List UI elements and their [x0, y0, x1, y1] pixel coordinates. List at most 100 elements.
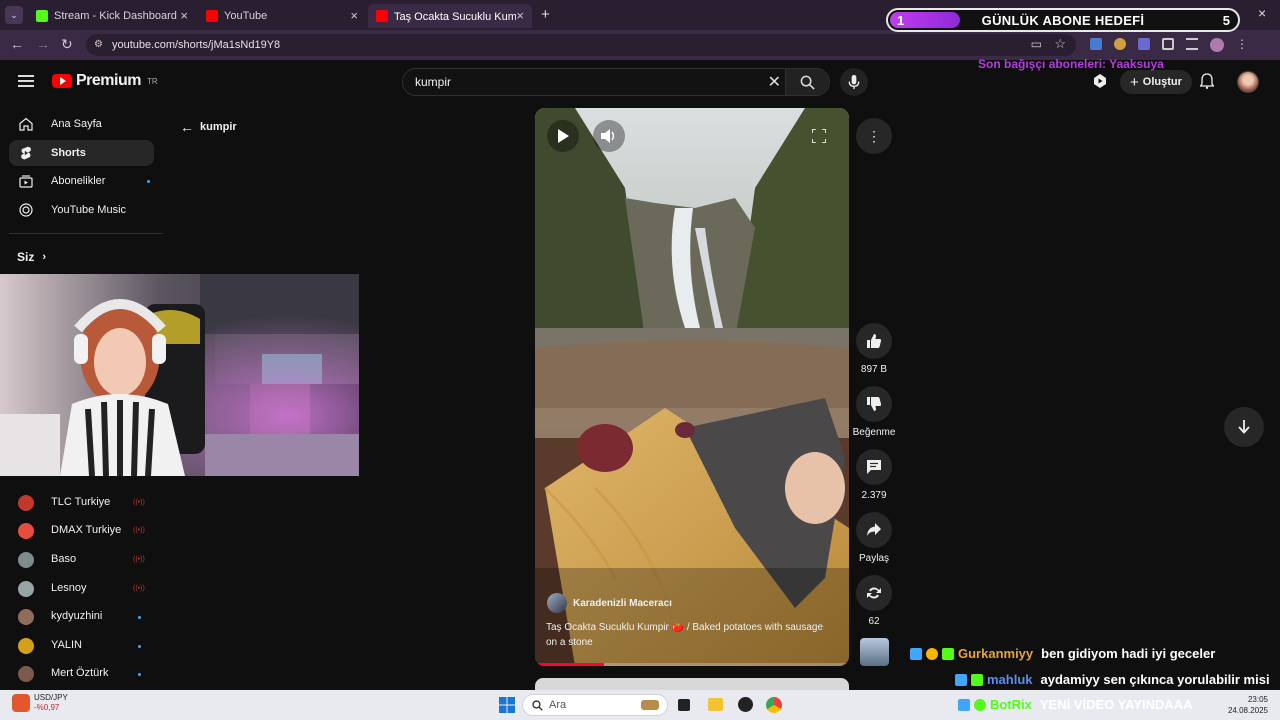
profile-icon[interactable]	[1210, 38, 1224, 52]
extension-icon[interactable]	[1138, 38, 1150, 50]
search-button[interactable]	[785, 69, 829, 95]
shorts-icon	[21, 146, 31, 160]
action-label: 62	[868, 616, 880, 627]
back-to-search-link[interactable]: ← kumpir	[180, 119, 237, 135]
next-video-button[interactable]	[1224, 407, 1264, 447]
create-button[interactable]: + Oluştur	[1120, 70, 1192, 94]
search-icon	[800, 75, 815, 90]
task-view-icon[interactable]	[678, 699, 690, 711]
tab-title: Stream - Kick Dashboard	[54, 10, 177, 22]
kick-favicon-icon	[36, 10, 48, 22]
bell-icon[interactable]	[1200, 73, 1214, 89]
remix-button[interactable]: 62	[852, 575, 896, 627]
video-frame	[535, 108, 849, 666]
plus-icon: +	[1130, 73, 1139, 91]
new-content-dot	[138, 616, 141, 619]
sidebar-subscription-item[interactable]: Lesnoy ((•))	[0, 580, 160, 598]
voice-search-button[interactable]	[840, 68, 868, 96]
channel-link[interactable]: Karadenizli Maceracı	[547, 593, 672, 613]
action-circle[interactable]	[856, 575, 892, 611]
forward-arrow-icon[interactable]: →	[36, 36, 50, 52]
close-window-button[interactable]: ×	[1258, 5, 1266, 21]
reload-icon[interactable]: ↻	[61, 36, 73, 53]
bookmark-star-icon[interactable]: ☆	[1054, 36, 1066, 52]
chrome-icon[interactable]	[766, 697, 782, 713]
verified-badge-icon	[910, 647, 922, 660]
action-circle[interactable]	[856, 449, 892, 485]
new-tab-button[interactable]: +	[541, 6, 550, 23]
next-short-preview[interactable]	[535, 678, 849, 690]
back-arrow-icon[interactable]: ←	[10, 36, 24, 52]
market-widget[interactable]	[12, 694, 30, 712]
kebab-menu-icon[interactable]: ⋮	[1236, 38, 1248, 52]
fullscreen-icon	[812, 129, 826, 143]
action-circle[interactable]	[856, 386, 892, 422]
sidebar-subscription-item[interactable]: Mert Öztürk	[0, 665, 160, 683]
like-button[interactable]: 897 B	[852, 323, 896, 375]
hamburger-menu-icon[interactable]	[18, 75, 34, 87]
translate-extension-icon[interactable]	[1090, 38, 1102, 50]
windows-start-icon[interactable]	[499, 697, 515, 713]
youtube-studio-icon[interactable]	[1092, 73, 1108, 89]
shorts-video-player[interactable]: Karadenizli Maceracı Taş Ocakta Sucuklu …	[535, 108, 849, 666]
obs-icon[interactable]	[738, 697, 753, 712]
sidebar-subscription-item[interactable]: TLC Turkiye ((•))	[0, 494, 160, 512]
taskbar-search-input[interactable]: Ara	[522, 694, 668, 716]
action-label: Beğenme	[852, 427, 896, 438]
channel-name: Mert Öztürk	[51, 667, 109, 679]
site-info-icon[interactable]: ⚙	[94, 39, 103, 50]
channel-name: DMAX Turkiye	[51, 524, 122, 536]
currency-ticker[interactable]: USD/JPY -%0,97	[34, 693, 68, 713]
channel-avatar[interactable]	[547, 593, 567, 613]
audio-source-thumbnail[interactable]	[860, 638, 889, 666]
video-title[interactable]: Taş Ocakta Sucuklu Kumpir 🍅 / Baked pota…	[546, 620, 836, 650]
system-tray-clock[interactable]: 23:05 24.08.2025	[1228, 694, 1268, 716]
close-tab-icon[interactable]: ×	[516, 8, 524, 23]
deer-illustration-icon	[641, 700, 659, 710]
cast-icon[interactable]: ▭	[1031, 37, 1042, 51]
dislike-button[interactable]: Beğenme	[852, 386, 896, 438]
sidebar-subscription-item[interactable]: kydyuzhini	[0, 608, 160, 626]
action-circle[interactable]	[856, 323, 892, 359]
sidebar-item-you[interactable]: Siz ›	[17, 250, 46, 264]
gift-badge-icon	[942, 647, 954, 660]
channel-name: TLC Turkiye	[51, 496, 111, 508]
volume-button[interactable]	[593, 120, 625, 152]
sidebar-item-shorts[interactable]: Shorts	[9, 140, 154, 166]
video-progress-bar[interactable]	[535, 663, 849, 666]
address-field[interactable]: ⚙ youtube.com/shorts/jMa1sNd19Y8 ▭ ☆	[86, 34, 1076, 56]
file-explorer-icon[interactable]	[708, 698, 723, 711]
sidebar-item-home[interactable]: Ana Sayfa	[9, 111, 154, 137]
reading-list-icon[interactable]	[1186, 38, 1198, 50]
chat-username: BotRix	[990, 697, 1032, 712]
comment-icon	[867, 460, 881, 474]
chat-message: mahluk aydamiyy sen çıkınca yorulabilir …	[955, 672, 1270, 687]
sidebar-subscription-item[interactable]: YALIN	[0, 637, 160, 655]
youtube-premium-logo[interactable]: Premium TR	[52, 72, 158, 90]
sidebar-subscription-item[interactable]: Baso ((•))	[0, 551, 160, 569]
sidebar-item-subscriptions[interactable]: Abonelikler	[9, 168, 154, 194]
search-placeholder: Ara	[549, 699, 567, 711]
close-tab-icon[interactable]: ×	[180, 8, 188, 23]
more-options-button[interactable]: ⋮	[856, 118, 892, 154]
extension-icon[interactable]	[1114, 38, 1126, 50]
tab-youtube[interactable]: YouTube ×	[198, 4, 366, 28]
search-input[interactable]: kumpir ✕	[402, 68, 830, 96]
sidebar-item-youtube-music[interactable]: YouTube Music	[9, 197, 154, 223]
puzzle-icon[interactable]	[1162, 38, 1174, 50]
account-avatar[interactable]	[1237, 71, 1259, 93]
share-button[interactable]: Paylaş	[852, 512, 896, 564]
tab-shorts-video[interactable]: Taş Ocakta Sucuklu Kumpir 🍅 / B ×	[368, 4, 532, 28]
comment-button[interactable]: 2.379	[852, 449, 896, 501]
close-tab-icon[interactable]: ×	[350, 8, 358, 23]
play-button[interactable]	[547, 120, 579, 152]
tab-list-menu-button[interactable]: ⌄	[5, 6, 23, 24]
arrow-left-icon: ←	[180, 119, 194, 135]
sidebar-item-label: YouTube Music	[51, 204, 127, 216]
live-indicator-icon: ((•))	[133, 585, 145, 592]
fullscreen-button[interactable]	[803, 120, 835, 152]
clear-search-icon[interactable]: ✕	[768, 72, 781, 92]
action-circle[interactable]	[856, 512, 892, 548]
tab-kick-dashboard[interactable]: Stream - Kick Dashboard ×	[28, 4, 196, 28]
sidebar-subscription-item[interactable]: DMAX Turkiye ((•))	[0, 522, 160, 540]
